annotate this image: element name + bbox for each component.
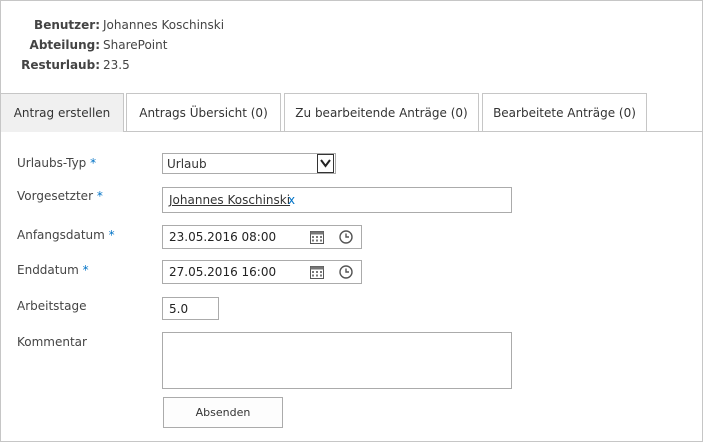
date-value: 27.05.2016 16:00 [169,265,277,279]
tab-label: Antrag erstellen [13,106,111,120]
label-text: Kommentar [17,335,87,349]
clock-icon[interactable] [338,229,354,245]
supervisor-people-picker[interactable]: Johannes Koschinski x [162,187,512,213]
info-row-remaining-leave: Resturlaub: 23.5 [1,55,241,75]
comment-label: Kommentar [17,335,87,349]
clock-icon[interactable] [338,264,354,280]
tab-request-overview[interactable]: Antrags Übersicht (0) [126,93,281,131]
label-text: Enddatum [17,263,79,277]
remove-supervisor-icon[interactable]: x [288,188,295,212]
comment-textarea[interactable] [162,332,512,389]
start-date-input[interactable]: 23.05.2016 08:00 [162,225,362,249]
app-frame: Benutzer: Johannes Koschinski Abteilung:… [0,0,703,442]
date-value: 23.05.2016 08:00 [169,230,277,244]
supervisor-name[interactable]: Johannes Koschinski [169,188,290,212]
info-row-user: Benutzer: Johannes Koschinski [1,15,241,35]
workdays-value: 5.0 [169,302,189,316]
label-text: Urlaubs-Typ [17,156,87,170]
label-text: Anfangsdatum [17,228,105,242]
required-marker: * [82,263,89,277]
required-marker: * [108,228,115,242]
leave-type-select[interactable]: Urlaub [162,153,336,174]
calendar-icon[interactable] [309,229,325,245]
info-value: Johannes Koschinski [103,18,225,32]
calendar-icon[interactable] [309,264,325,280]
workdays-label: Arbeitstage [17,299,87,313]
info-row-department: Abteilung: SharePoint [1,35,241,55]
required-marker: * [96,189,103,203]
end-date-input[interactable]: 27.05.2016 16:00 [162,260,362,284]
leave-type-label: Urlaubs-Typ * [17,156,96,170]
submit-label: Absenden [195,406,251,419]
info-key: Resturlaub: [21,58,100,72]
label-text: Vorgesetzter [17,189,94,203]
tab-pending-requests[interactable]: Zu bearbeitende Anträge (0) [284,93,479,131]
info-key: Abteilung: [29,38,100,52]
chevron-down-icon[interactable] [317,154,334,173]
tab-divider [124,131,702,132]
info-key: Benutzer: [34,18,100,32]
info-value: SharePoint [103,38,168,52]
tab-label: Zu bearbeitende Anträge (0) [295,106,468,120]
workdays-input[interactable]: 5.0 [162,297,219,320]
submit-button[interactable]: Absenden [163,397,283,428]
tab-create-request[interactable]: Antrag erstellen [1,93,124,132]
start-date-label: Anfangsdatum * [17,228,115,242]
end-date-label: Enddatum * [17,263,89,277]
tab-label: Bearbeitete Anträge (0) [493,106,636,120]
label-text: Arbeitstage [17,299,87,313]
supervisor-label: Vorgesetzter * [17,189,103,203]
select-value: Urlaub [167,157,207,171]
tab-label: Antrags Übersicht (0) [139,106,268,120]
info-value: 23.5 [103,58,130,72]
tab-processed-requests[interactable]: Bearbeitete Anträge (0) [482,93,647,131]
required-marker: * [90,156,97,170]
